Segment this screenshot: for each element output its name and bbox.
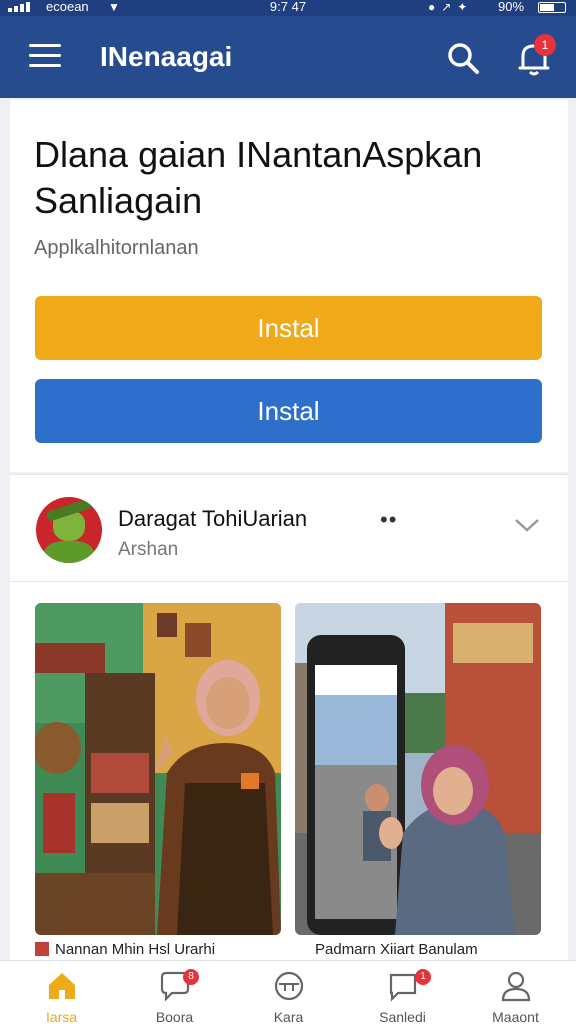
promo-subtitle: Applkalhitornlanan <box>34 237 199 259</box>
clock: 9:7 47 <box>269 0 307 14</box>
avatar[interactable] <box>36 497 102 563</box>
compass-icon <box>274 971 304 1001</box>
nav-label-home: Iarsa <box>45 1009 78 1024</box>
post-photo-1[interactable] <box>35 603 281 935</box>
promo-card: Dlana gaian INantanAspkan Sanliagain App… <box>10 100 568 472</box>
menu-icon[interactable] <box>29 44 61 68</box>
post-card: Daragat TohiUarian Arshan •• Nannan Mhin… <box>10 474 568 960</box>
search-icon[interactable] <box>444 38 484 78</box>
promo-heading: Dlana gaian INantanAspkan Sanliagain <box>34 134 483 221</box>
nav-badge-chat: 8 <box>183 969 199 985</box>
notification-badge: 1 <box>534 34 556 56</box>
install-button-primary[interactable]: Instal <box>35 296 542 360</box>
bottom-navigation: Iarsa 8 Boora Kara 1 Sanledi Maaont <box>0 960 576 1024</box>
divider <box>10 581 568 582</box>
nav-item-profile[interactable]: Maaont <box>458 961 573 1024</box>
home-icon <box>49 973 75 999</box>
status-bar: ecoean ▼ 9:7 47 ●↗✦ 90% <box>0 0 576 16</box>
nav-item-messages[interactable]: 1 Sanledi <box>345 961 460 1024</box>
chevron-down-icon[interactable] <box>512 515 542 535</box>
nav-label-chat: Boora <box>155 1009 194 1024</box>
install-button-secondary[interactable]: Instal <box>35 379 542 443</box>
nav-item-explore[interactable]: Kara <box>231 961 346 1024</box>
battery-icon <box>538 2 566 13</box>
photo-caption-2: Padmarn Xiiart Banulam <box>315 941 478 958</box>
profile-icon <box>501 971 531 1002</box>
app-title: INenaagai <box>100 41 233 72</box>
nav-item-chat[interactable]: 8 Boora <box>117 961 232 1024</box>
status-indicators-icon: ●↗✦ <box>428 0 474 14</box>
flag-icon <box>35 942 49 956</box>
nav-label-messages: Sanledi <box>379 1009 426 1024</box>
post-meta: Arshan <box>118 539 179 560</box>
nav-label-profile: Maaont <box>492 1009 539 1024</box>
post-photo-2[interactable] <box>295 603 541 935</box>
nav-item-home[interactable]: Iarsa <box>4 961 119 1024</box>
post-author[interactable]: Daragat TohiUarian <box>118 506 307 532</box>
more-options-icon[interactable]: •• <box>380 507 397 533</box>
app-bar: INenaagai 1 <box>0 16 576 98</box>
nav-badge-messages: 1 <box>415 969 431 985</box>
photo-caption-1: Nannan Mhin Hsl Urarhi <box>35 941 215 958</box>
nav-label-explore: Kara <box>273 1009 304 1024</box>
battery-percent: 90% <box>498 0 525 14</box>
